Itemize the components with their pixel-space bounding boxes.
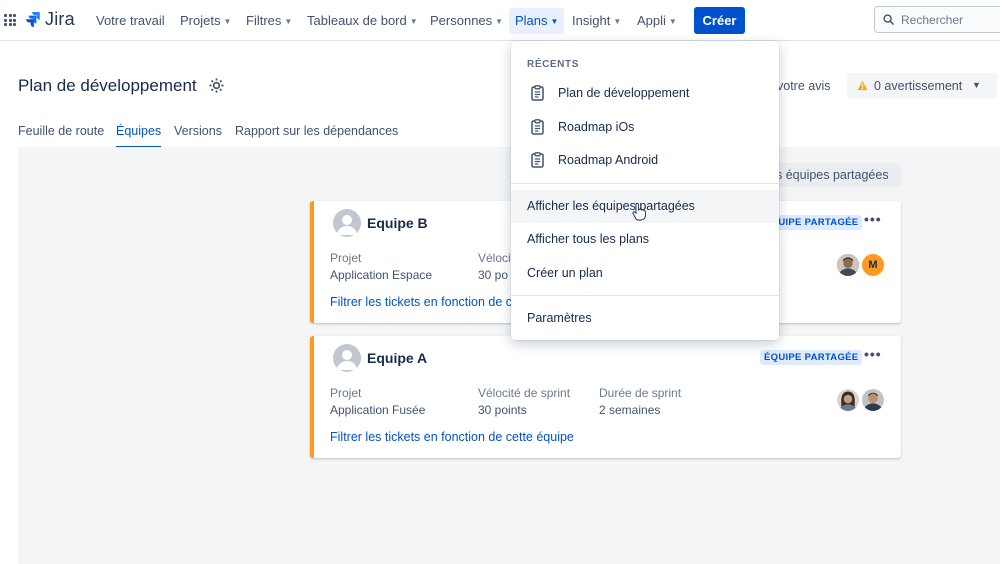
project-value: Application Fusée — [330, 403, 426, 417]
chevron-down-icon: ▼ — [613, 17, 622, 26]
nav-label: Filtres — [246, 13, 282, 28]
jira-logo[interactable]: Jira — [26, 9, 75, 30]
logo-text: Jira — [45, 9, 75, 29]
recent-heading: RÉCENTS — [527, 59, 579, 70]
nav-personnes[interactable]: Personnes ▼ — [430, 8, 503, 34]
tab-rapport-dependances[interactable]: Rapport sur les dépendances — [235, 124, 398, 148]
search-input[interactable]: Rechercher — [874, 6, 1000, 33]
chevron-down-icon: ▼ — [495, 17, 504, 26]
plans-dropdown-menu: RÉCENTS Plan de développement Roadmap iO… — [511, 41, 779, 340]
shared-team-badge: ÉQUIPE PARTAGÉE — [760, 350, 863, 365]
filter-tickets-link[interactable]: Filtrer les tickets en fonction de cette… — [330, 430, 574, 444]
warnings-label: 0 avertissement — [874, 79, 963, 93]
duration-label: Durée de sprint — [599, 386, 682, 400]
member-avatar[interactable] — [835, 252, 861, 278]
menu-item-label: Afficher tous les plans — [527, 232, 650, 246]
nav-label: Projets — [180, 13, 221, 28]
menu-item-label: Afficher les équipes partagées — [527, 199, 695, 213]
nav-label: Personnes — [430, 13, 493, 28]
chevron-down-icon: ▼ — [550, 17, 559, 26]
duration-value: 2 semaines — [599, 403, 661, 417]
chevron-down-icon: ▼ — [284, 17, 293, 26]
member-avatar[interactable]: M — [860, 252, 886, 278]
project-value: Application Espace — [330, 268, 433, 282]
velocity-label: Vélocit — [478, 251, 515, 265]
create-button[interactable]: Créer — [694, 7, 745, 34]
menu-item-settings[interactable]: Paramètres — [511, 302, 779, 335]
chevron-down-icon: ▼ — [409, 17, 418, 26]
feedback-link[interactable]: votre avis — [777, 79, 831, 93]
member-avatar[interactable] — [860, 387, 886, 413]
menu-divider — [511, 183, 779, 184]
team-name: Equipe A — [367, 350, 428, 366]
plan-clipboard-icon — [531, 119, 544, 135]
page-title: Plan de développement — [18, 76, 197, 95]
tab-versions[interactable]: Versions — [174, 124, 222, 148]
recent-plan-item[interactable]: Plan de développement — [511, 77, 779, 110]
jira-logo-icon — [26, 11, 40, 27]
velocity-value: 30 po — [478, 268, 509, 282]
nav-projets[interactable]: Projets ▼ — [180, 8, 231, 34]
nav-votre-travail[interactable]: Votre travail — [96, 8, 165, 34]
search-placeholder: Rechercher — [901, 13, 964, 27]
chevron-down-icon: ▼ — [223, 17, 232, 26]
recent-plan-label: Roadmap Android — [558, 153, 659, 167]
shared-teams-button[interactable]: s équipes partagées — [760, 163, 901, 187]
velocity-label: Vélocité de sprint — [478, 386, 571, 400]
plan-clipboard-icon — [531, 152, 544, 168]
search-icon — [883, 14, 894, 25]
project-label: Projet — [330, 251, 362, 265]
tab-equipes[interactable]: Équipes — [116, 124, 162, 148]
hand-cursor-icon — [632, 203, 646, 221]
project-label: Projet — [330, 386, 362, 400]
nav-tableaux-de-bord[interactable]: Tableaux de bord ▼ — [307, 8, 418, 34]
gear-icon[interactable] — [208, 77, 225, 94]
menu-item-create-plan[interactable]: Créer un plan — [511, 257, 779, 290]
member-avatar[interactable] — [835, 387, 861, 413]
team-card-a: Equipe A Projet Application Fusée Véloci… — [310, 336, 901, 458]
nav-label: Plans — [515, 13, 548, 28]
app-switcher-icon[interactable] — [4, 14, 16, 26]
recent-plan-label: Plan de développement — [558, 86, 690, 100]
chevron-down-icon: ▼ — [972, 80, 981, 90]
velocity-value: 30 points — [478, 403, 527, 417]
filter-tickets-link[interactable]: Filtrer les tickets en fonction de c — [330, 295, 512, 309]
shared-teams-label: s équipes partagées — [776, 168, 889, 182]
menu-item-label: Paramètres — [527, 311, 592, 325]
nav-label: Votre travail — [96, 13, 165, 28]
nav-insight[interactable]: Insight ▼ — [572, 8, 621, 34]
tab-feuille-de-route[interactable]: Feuille de route — [18, 124, 104, 148]
nav-label: Tableaux de bord — [307, 13, 407, 28]
warnings-button[interactable]: 0 avertissement ▼ — [847, 73, 997, 99]
nav-appli[interactable]: Appli ▼ — [637, 8, 677, 34]
top-navigation: Jira Votre travail Projets ▼ Filtres ▼ Tab… — [0, 0, 1000, 41]
nav-label: Insight — [572, 13, 611, 28]
warning-icon — [857, 80, 868, 91]
more-options-icon[interactable]: ••• — [864, 346, 882, 362]
nav-plans[interactable]: Plans ▼ — [509, 8, 565, 34]
menu-divider — [511, 295, 779, 296]
chevron-down-icon: ▼ — [668, 17, 677, 26]
nav-label: Appli — [637, 13, 666, 28]
recent-plan-label: Roadmap iOs — [558, 120, 635, 134]
recent-plan-item[interactable]: Roadmap iOs — [511, 111, 779, 144]
menu-item-label: Créer un plan — [527, 266, 603, 280]
team-name: Equipe B — [367, 215, 428, 231]
recent-plan-item[interactable]: Roadmap Android — [511, 144, 779, 177]
team-avatar-icon — [333, 344, 361, 372]
menu-item-show-all-plans[interactable]: Afficher tous les plans — [511, 223, 779, 256]
plan-clipboard-icon — [531, 85, 544, 101]
team-avatar-icon — [333, 209, 361, 237]
more-options-icon[interactable]: ••• — [864, 211, 882, 227]
nav-filtres[interactable]: Filtres ▼ — [246, 8, 292, 34]
